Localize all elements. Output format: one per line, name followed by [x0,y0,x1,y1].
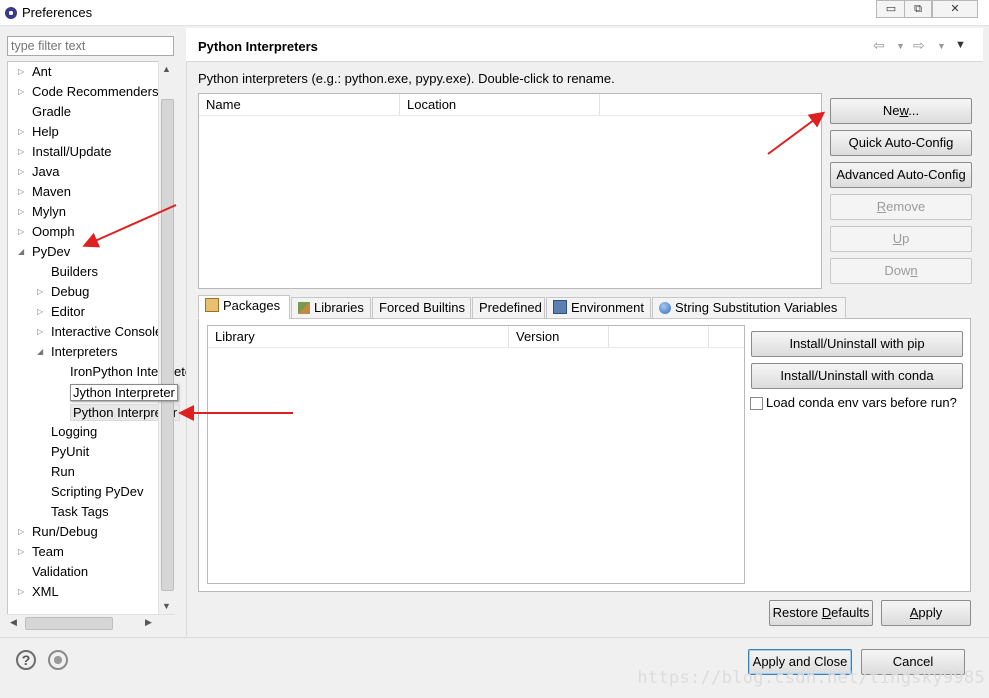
tree-item[interactable]: Jython Interpreter [70,384,178,401]
annotation-overlay [82,111,826,421]
annotation-arrow-pydev [82,204,177,248]
annotation-arrow-new [767,111,826,155]
tree-item-label: Jython Interpreter [73,385,175,400]
